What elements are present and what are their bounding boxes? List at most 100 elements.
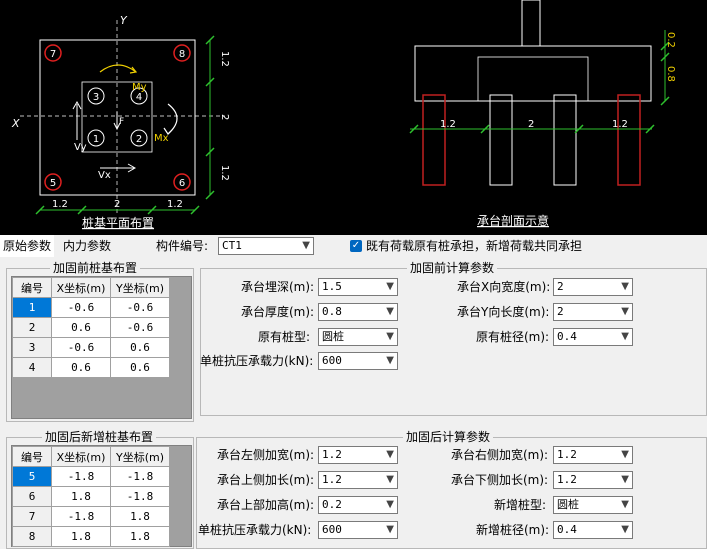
pile-5[interactable]: 5 [44, 173, 62, 191]
table-row[interactable]: 2 0.6 -0.6 [12, 317, 170, 338]
new-pile-diameter-select[interactable]: 0.4 ▼ [553, 521, 633, 539]
original-cap-section [477, 56, 589, 102]
my-label: My [132, 82, 147, 93]
plan-dim-bottom-right: 1.2 [167, 199, 183, 210]
cap-heighten-select[interactable]: 0.2 ▼ [318, 496, 398, 514]
pile-plan-view: Y X 7 8 5 6 3 4 1 2 My Mx Vy Vx F 1.2 2 … [11, 14, 230, 230]
after-pile-table: 编号 X坐标(m) Y坐标(m) 5 -1.8 -1.8 6 1.8 -1.8 7 -1.… [11, 445, 192, 547]
svg-text:8: 8 [179, 49, 185, 60]
section-dim-left: 1.2 [440, 119, 456, 130]
cap-depth-label: 承台埋深(m): [241, 280, 315, 294]
cap-depth-select[interactable]: 1.5 ▼ [318, 278, 398, 296]
component-label: 构件编号: [156, 239, 209, 253]
before-calc-title: 加固前计算参数 [407, 261, 498, 275]
cap-top-lengthen-label: 承台上侧加长(m): [217, 473, 315, 487]
f-label: F [119, 117, 124, 127]
mx-moment-arrow [167, 103, 178, 135]
svg-text:1: 1 [93, 134, 99, 145]
cap-y-length-label: 承台Y向长度(m): [457, 305, 550, 319]
cap-section [414, 45, 652, 102]
section-dim-mid: 2 [528, 119, 534, 130]
chevron-down-icon: ▼ [621, 306, 629, 317]
cap-thickness-select[interactable]: 0.8 ▼ [318, 303, 398, 321]
cap-bottom-lengthen-select[interactable]: 1.2 ▼ [553, 471, 633, 489]
chevron-down-icon: ▼ [621, 524, 629, 535]
pile-capacity-select[interactable]: 600 ▼ [318, 352, 398, 370]
cap-right-widen-label: 承台右侧加宽(m): [451, 448, 549, 462]
new-pile-left [422, 94, 446, 186]
table-row[interactable]: 1 -0.6 -0.6 [12, 297, 170, 318]
original-pile-left [489, 94, 513, 186]
chevron-down-icon: ▼ [302, 240, 310, 251]
cap-left-widen-label: 承台左侧加宽(m): [217, 448, 315, 462]
vy-label: Vy [74, 142, 87, 153]
pile-7[interactable]: 7 [44, 44, 62, 62]
pile-3[interactable]: 3 [87, 87, 105, 105]
axis-x-label: X [11, 117, 20, 130]
chevron-down-icon: ▼ [621, 331, 629, 342]
component-select[interactable]: CT1 ▼ [218, 237, 314, 255]
table-row[interactable]: 3 -0.6 0.6 [12, 337, 170, 358]
tab-original-params[interactable]: 原始参数 [0, 235, 55, 257]
pile-cap-section-view: 1.2 2 1.2 0.2 0.8 承台剖面示意 [409, 0, 676, 228]
cap-right-widen-select[interactable]: 1.2 ▼ [553, 446, 633, 464]
drawing-canvas: Y X 7 8 5 6 3 4 1 2 My Mx Vy Vx F 1.2 2 … [0, 0, 707, 235]
chevron-down-icon: ▼ [386, 449, 394, 460]
table-header: 编号 X坐标(m) Y坐标(m) [12, 277, 170, 298]
mx-label: Mx [154, 133, 169, 144]
pile-diameter-select[interactable]: 0.4 ▼ [553, 328, 633, 346]
tab-internal-force-params[interactable]: 内力参数 [60, 235, 114, 257]
cap-x-width-select[interactable]: 2 ▼ [553, 278, 633, 296]
table-row[interactable]: 4 0.6 0.6 [12, 357, 170, 378]
pile-8[interactable]: 8 [173, 44, 191, 62]
pile-diameter-label: 原有桩径(m): [476, 330, 550, 344]
chevron-down-icon: ▼ [621, 474, 629, 485]
section-dim-top: 0.2 [665, 32, 676, 48]
new-pile-capacity-select[interactable]: 600 ▼ [318, 521, 398, 539]
before-pile-table: 编号 X坐标(m) Y坐标(m) 1 -0.6 -0.6 2 0.6 -0.6 3 -0.… [11, 276, 192, 419]
svg-text:6: 6 [179, 178, 185, 189]
cap-left-widen-select[interactable]: 1.2 ▼ [318, 446, 398, 464]
table-row[interactable]: 6 1.8 -1.8 [12, 486, 170, 507]
chevron-down-icon: ▼ [621, 281, 629, 292]
plan-dim-right-bot: 1.2 [219, 165, 230, 181]
cap-y-length-select[interactable]: 2 ▼ [553, 303, 633, 321]
share-load-label: 既有荷载原有桩承担，新增荷载共同承担 [366, 239, 583, 253]
svg-text:3: 3 [93, 92, 99, 103]
pile-6[interactable]: 6 [173, 173, 191, 191]
section-dim-right: 1.2 [612, 119, 628, 130]
plan-dim-bottom-mid: 2 [114, 199, 120, 210]
plan-dim-right-mid: 2 [219, 114, 230, 120]
chevron-down-icon: ▼ [621, 449, 629, 460]
pile-type-select[interactable]: 圆桩 ▼ [318, 328, 398, 346]
cap-bottom-lengthen-label: 承台下侧加长(m): [451, 473, 549, 487]
chevron-down-icon: ▼ [386, 281, 394, 292]
pile-type-label: 原有桩型: [258, 330, 311, 344]
column [521, 0, 541, 47]
share-load-checkbox[interactable]: ✓ [350, 240, 362, 252]
svg-text:5: 5 [50, 178, 56, 189]
after-calc-title: 加固后计算参数 [403, 430, 494, 444]
svg-text:4: 4 [136, 92, 142, 103]
plan-dim-right-top: 1.2 [219, 51, 230, 67]
table-row[interactable]: 5 -1.8 -1.8 [12, 466, 170, 487]
cap-x-width-label: 承台X向宽度(m): [457, 280, 551, 294]
chevron-down-icon: ▼ [386, 499, 394, 510]
cap-top-lengthen-select[interactable]: 1.2 ▼ [318, 471, 398, 489]
before-layout-title: 加固前桩基布置 [50, 261, 141, 275]
plan-caption: 桩基平面布置 [82, 215, 154, 230]
svg-text:7: 7 [50, 49, 56, 60]
cap-heighten-label: 承台上部加高(m): [217, 498, 315, 512]
table-row[interactable]: 8 1.8 1.8 [12, 526, 170, 547]
param-toolbar: 原始参数 内力参数 构件编号: CT1 ▼ ✓ 既有荷载原有桩承担，新增荷载共同承… [0, 235, 707, 258]
original-pile-right [553, 94, 577, 186]
new-pile-capacity-label: 单桩抗压承载力(kN): [198, 523, 312, 537]
chevron-down-icon: ▼ [386, 474, 394, 485]
svg-text:2: 2 [136, 134, 142, 145]
pile-1[interactable]: 1 [87, 129, 105, 147]
table-header: 编号 X坐标(m) Y坐标(m) [12, 446, 170, 467]
chevron-down-icon: ▼ [386, 524, 394, 535]
new-pile-type-select[interactable]: 圆桩 ▼ [553, 496, 633, 514]
pile-2[interactable]: 2 [130, 129, 148, 147]
table-row[interactable]: 7 -1.8 1.8 [12, 506, 170, 527]
